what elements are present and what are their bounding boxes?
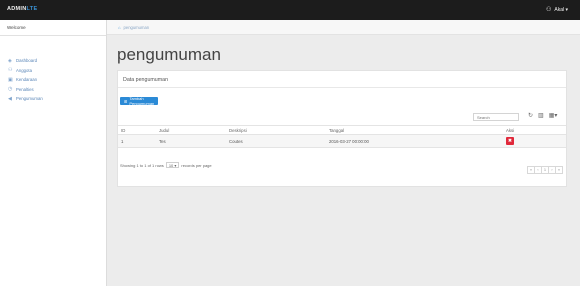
table-toolbar: ↻ ▥ ▦▾ xyxy=(528,112,557,119)
plus-icon: ⊞ xyxy=(124,98,128,104)
bullhorn-icon: ◀ xyxy=(8,95,12,102)
clock-icon: ◷ xyxy=(8,86,13,93)
page-last-button[interactable]: » xyxy=(555,166,563,174)
pagination: « ‹ 1 › » xyxy=(527,166,563,174)
sidebar-item-penalties[interactable]: ◷ Penalties xyxy=(0,85,106,95)
sidebar-item-anggota[interactable]: ⚇ Anggota xyxy=(0,66,106,76)
delete-button[interactable]: ✖ xyxy=(506,137,514,145)
trash-icon: ✖ xyxy=(507,138,513,144)
sidebar-item-label: Anggota xyxy=(16,67,33,73)
sidebar: Welcome ◈ Dashboard ⚇ Anggota ▣ Kendaraa… xyxy=(0,20,107,286)
home-icon[interactable]: ⌂ xyxy=(118,25,121,30)
user-menu[interactable]: ⚇ Akal ▾ xyxy=(546,6,568,13)
breadcrumb: ⌂ pengumuman xyxy=(107,20,580,35)
refresh-icon[interactable]: ↻ xyxy=(528,112,533,119)
column-header-tanggal[interactable]: Tanggal xyxy=(329,128,506,133)
column-header-id[interactable]: ID xyxy=(118,128,159,133)
panel-heading: Data pengumuman xyxy=(118,71,566,88)
column-header-judul[interactable]: Judul xyxy=(159,128,229,133)
column-header-aksi: Aksi xyxy=(506,127,515,133)
column-header-deskripsi[interactable]: Deskripsi xyxy=(229,128,329,133)
sidebar-item-label: Penalties xyxy=(16,86,34,92)
sidebar-item-dashboard[interactable]: ◈ Dashboard xyxy=(0,56,106,66)
dashboard-icon: ◈ xyxy=(8,57,12,64)
per-page-suffix: records per page xyxy=(181,162,212,168)
sidebar-item-label: Kendaraan xyxy=(16,77,38,83)
grid-icon[interactable]: ▦▾ xyxy=(549,112,558,119)
user-label: Akal ▾ xyxy=(554,7,568,13)
cell-judul: Tes xyxy=(159,138,166,144)
breadcrumb-current[interactable]: pengumuman xyxy=(124,25,150,30)
data-panel: Data pengumuman ⊞Tambah Pengumuman ↻ ▥ ▦… xyxy=(117,70,567,187)
cell-id: 1 xyxy=(121,138,124,144)
pagination-info: Showing 1 to 1 of 1 rows 10 ▾ records pe… xyxy=(120,162,212,168)
cell-tanggal: 2016-03-27 00:00:00 xyxy=(329,138,369,144)
pengumuman-table: ID Judul Deskripsi Tanggal Aksi 1 Tes Co… xyxy=(118,125,566,148)
sidebar-item-kendaraan[interactable]: ▣ Kendaraan xyxy=(0,75,106,85)
sidebar-item-pengumuman[interactable]: ◀ Pengumuman xyxy=(0,94,106,104)
brand-suffix: LTE xyxy=(26,6,38,12)
add-pengumuman-button[interactable]: ⊞ Tambah Pengumuman xyxy=(120,96,159,106)
cell-deskripsi: Coutes xyxy=(229,138,243,144)
sidebar-menu: ◈ Dashboard ⚇ Anggota ▣ Kendaraan ◷ Pena… xyxy=(0,56,106,104)
cell-aksi: ✖ xyxy=(506,137,566,145)
user-icon: ⚇ xyxy=(545,7,552,13)
brand-name: ADMIN xyxy=(7,6,27,12)
table-header-row: ID Judul Deskripsi Tanggal Aksi xyxy=(118,125,566,135)
top-navbar: ADMINLTE ⚇ Akal ▾ xyxy=(0,0,580,20)
sidebar-item-label: Dashboard xyxy=(16,58,38,64)
per-page-select[interactable]: 10 ▾ xyxy=(165,162,180,168)
vehicle-icon: ▣ xyxy=(8,76,13,83)
sidebar-welcome: Welcome xyxy=(0,20,106,36)
search-input[interactable] xyxy=(473,113,519,121)
sidebar-item-label: Pengumuman xyxy=(16,96,43,102)
user-icon: ⚇ xyxy=(8,67,13,74)
showing-text: Showing 1 to 1 of 1 rows xyxy=(120,162,164,168)
columns-icon[interactable]: ▥ xyxy=(538,112,544,119)
page-title: pengumuman xyxy=(117,45,221,64)
table-row: 1 Tes Coutes 2016-03-27 00:00:00 ✖ xyxy=(118,135,566,148)
brand-logo[interactable]: ADMINLTE xyxy=(7,6,37,12)
add-button-label: Tambah Pengumuman xyxy=(129,96,155,106)
